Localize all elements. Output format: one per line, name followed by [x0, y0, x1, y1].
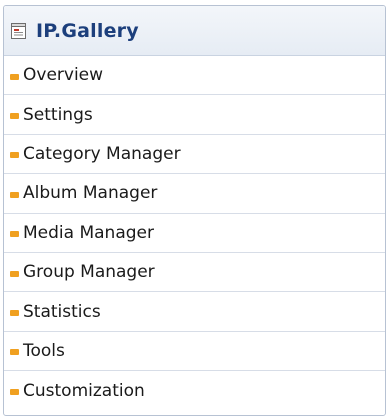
- menu-item-label: Overview: [23, 65, 104, 86]
- menu-item-label: Tools: [23, 340, 65, 361]
- menu-item-label: Media Manager: [23, 222, 154, 243]
- orange-bullet-icon: [10, 349, 19, 356]
- orange-bullet-icon: [10, 270, 19, 277]
- gallery-menu: Overview Settings Category Manager Album…: [4, 56, 385, 411]
- menu-item-album-manager[interactable]: Album Manager: [4, 174, 385, 214]
- menu-item-group-manager[interactable]: Group Manager: [4, 253, 385, 293]
- menu-item-tools[interactable]: Tools: [4, 332, 385, 372]
- menu-item-customization[interactable]: Customization: [4, 371, 385, 410]
- orange-bullet-icon: [10, 231, 19, 238]
- menu-item-label: Album Manager: [23, 183, 158, 204]
- panel-header: IP.Gallery: [4, 6, 385, 56]
- menu-item-label: Settings: [23, 104, 93, 125]
- menu-item-label: Group Manager: [23, 262, 155, 283]
- menu-item-overview[interactable]: Overview: [4, 56, 385, 96]
- menu-item-statistics[interactable]: Statistics: [4, 292, 385, 332]
- menu-item-label: Category Manager: [23, 143, 181, 164]
- orange-bullet-icon: [10, 310, 19, 317]
- menu-item-settings[interactable]: Settings: [4, 95, 385, 135]
- orange-bullet-icon: [10, 389, 19, 396]
- menu-item-category-manager[interactable]: Category Manager: [4, 135, 385, 175]
- ip-gallery-panel: IP.Gallery Overview Settings Category Ma…: [3, 5, 386, 416]
- menu-item-label: Statistics: [23, 301, 101, 322]
- menu-item-media-manager[interactable]: Media Manager: [4, 214, 385, 253]
- orange-bullet-icon: [10, 191, 19, 198]
- panel-title: IP.Gallery: [36, 19, 139, 42]
- orange-bullet-icon: [10, 152, 19, 159]
- document-icon: [10, 22, 28, 40]
- menu-item-label: Customization: [23, 380, 145, 401]
- orange-bullet-icon: [10, 113, 19, 120]
- orange-bullet-icon: [10, 73, 19, 80]
